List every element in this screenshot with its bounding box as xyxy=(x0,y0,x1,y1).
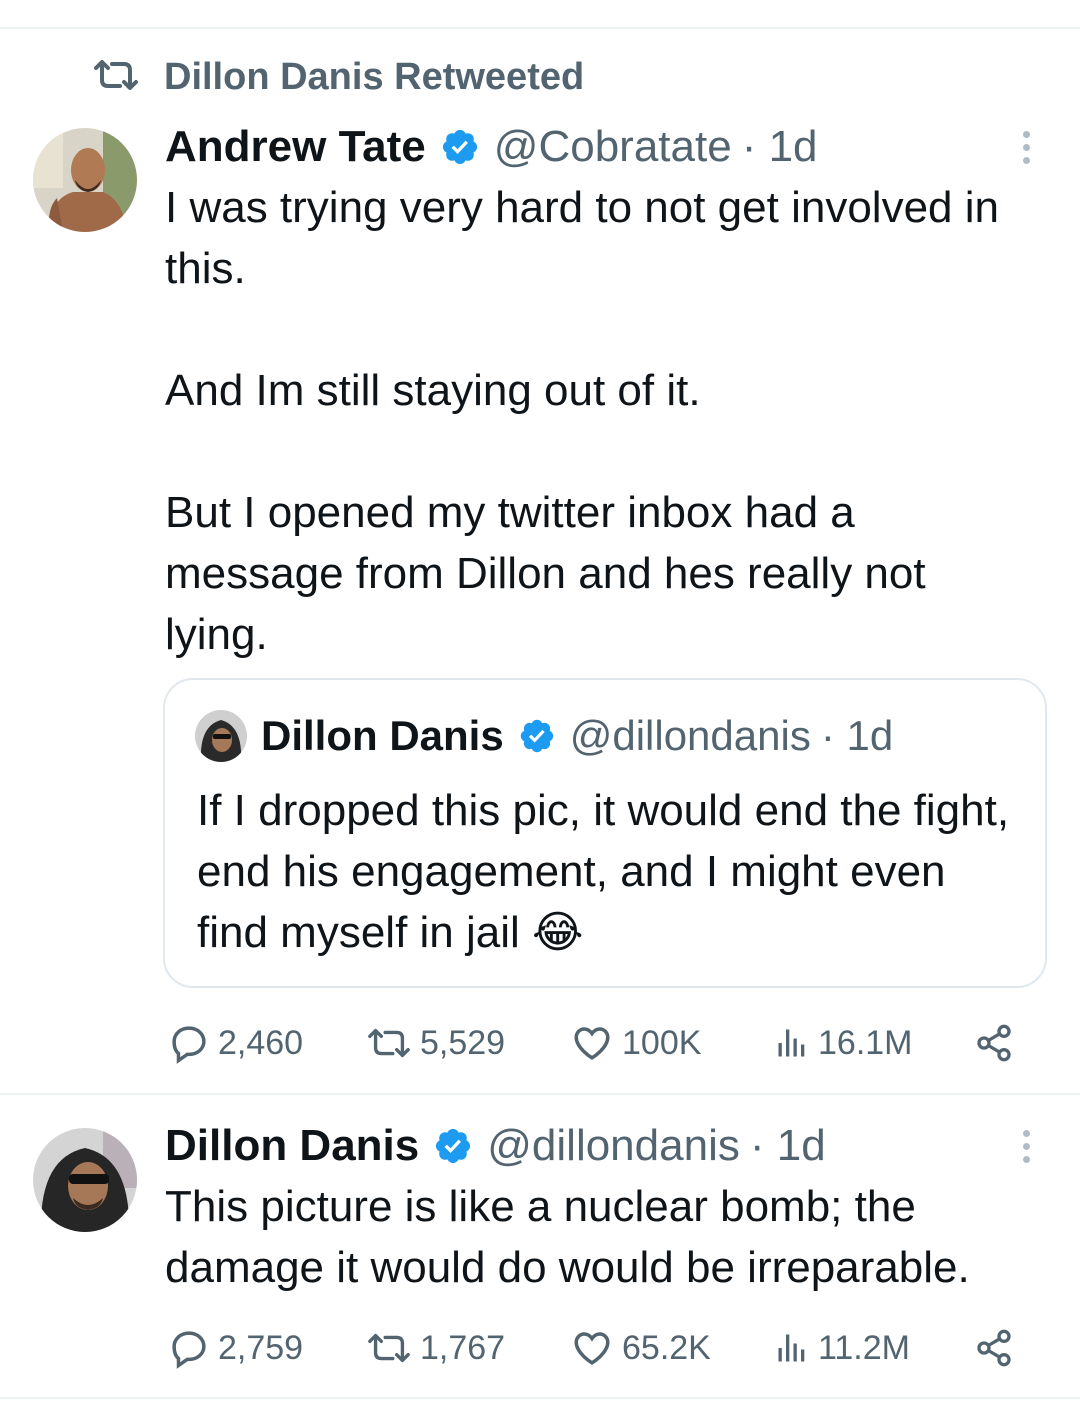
top-divider xyxy=(0,27,1080,29)
author-handle[interactable]: @Cobratate xyxy=(494,122,732,172)
views-icon xyxy=(778,1029,805,1057)
like-count: 100K xyxy=(622,1023,702,1062)
retweet-count: 1,767 xyxy=(420,1328,506,1367)
author-name[interactable]: Andrew Tate xyxy=(165,122,426,172)
author-name[interactable]: Dillon Danis xyxy=(165,1121,419,1171)
quote-avatar[interactable] xyxy=(195,710,247,762)
reply-button[interactable]: 2,460 xyxy=(168,1018,303,1068)
retweet-button[interactable]: 1,767 xyxy=(366,1323,505,1373)
tweet-time[interactable]: · 1d xyxy=(742,122,818,172)
like-button[interactable]: 100K xyxy=(570,1018,701,1068)
quote-author-name[interactable]: Dillon Danis xyxy=(261,712,504,760)
tweet-paragraph: And Im still staying out of it. xyxy=(165,366,701,415)
retweet-label: Dillon Danis Retweeted xyxy=(164,55,585,98)
quote-author-handle[interactable]: @dillondanis xyxy=(570,712,811,760)
tweet-text: I was trying very hard to not get involv… xyxy=(165,177,1045,665)
tweet-actions: 2,759 1,767 65.2K 11.2M xyxy=(168,1323,1018,1373)
verified-badge-icon xyxy=(518,717,556,755)
reply-count: 2,460 xyxy=(218,1023,304,1062)
tweet-text: This picture is like a nuclear bomb; the… xyxy=(165,1176,1055,1298)
verified-badge-icon xyxy=(433,1126,473,1166)
views-button[interactable]: 16.1M xyxy=(774,1018,913,1068)
bottom-divider xyxy=(0,1397,1080,1399)
author-handle[interactable]: @dillondanis xyxy=(487,1121,740,1171)
tweet-header: Andrew Tate @Cobratate · 1d xyxy=(165,120,818,174)
more-options-icon[interactable] xyxy=(1021,1130,1031,1163)
retweet-icon xyxy=(368,1028,410,1058)
share-icon xyxy=(977,1024,1011,1062)
heart-icon xyxy=(574,1027,610,1060)
tweet-paragraph: I was trying very hard to not get involv… xyxy=(165,183,999,293)
avatar[interactable] xyxy=(33,128,137,232)
retweet-icon xyxy=(368,1333,410,1363)
tweet-time[interactable]: · 1d xyxy=(750,1121,826,1171)
quote-time[interactable]: · 1d xyxy=(821,712,893,760)
tweet-paragraph: But I opened my twitter inbox had a mess… xyxy=(165,488,926,659)
reply-count: 2,759 xyxy=(218,1328,304,1367)
views-button[interactable]: 11.2M xyxy=(774,1323,910,1373)
verified-badge-icon xyxy=(440,127,480,167)
retweet-icon xyxy=(92,59,140,95)
heart-icon xyxy=(574,1332,610,1365)
retweet-banner: Dillon Danis Retweeted xyxy=(92,52,584,102)
quote-header: Dillon Danis @dillondanis · 1d xyxy=(261,710,893,762)
like-button[interactable]: 65.2K xyxy=(570,1323,711,1373)
reply-icon xyxy=(172,1331,206,1369)
retweet-button[interactable]: 5,529 xyxy=(366,1018,505,1068)
tweet-header: Dillon Danis @dillondanis · 1d xyxy=(165,1119,826,1173)
view-count: 16.1M xyxy=(818,1023,913,1062)
reply-icon xyxy=(172,1026,206,1064)
quote-text: If I dropped this pic, it would end the … xyxy=(197,780,1017,963)
more-options-icon[interactable] xyxy=(1021,131,1031,164)
retweet-count: 5,529 xyxy=(420,1023,506,1062)
views-icon xyxy=(778,1334,805,1362)
quote-text-body: If I dropped this pic, it would end the … xyxy=(197,786,1010,957)
tweet-paragraph: This picture is like a nuclear bomb; the… xyxy=(165,1182,970,1292)
laughing-emoji-icon: 😂 xyxy=(532,908,584,957)
share-button[interactable] xyxy=(974,1018,1014,1068)
share-button[interactable] xyxy=(974,1323,1014,1373)
share-icon xyxy=(977,1329,1011,1367)
view-count: 11.2M xyxy=(818,1328,910,1367)
like-count: 65.2K xyxy=(622,1328,711,1367)
avatar[interactable] xyxy=(33,1128,137,1232)
quoted-tweet-card[interactable]: Dillon Danis @dillondanis · 1d If I drop… xyxy=(163,678,1047,988)
tweet-divider xyxy=(0,1093,1080,1095)
reply-button[interactable]: 2,759 xyxy=(168,1323,303,1373)
tweet-actions: 2,460 5,529 100K 16.1M xyxy=(168,1018,1018,1068)
